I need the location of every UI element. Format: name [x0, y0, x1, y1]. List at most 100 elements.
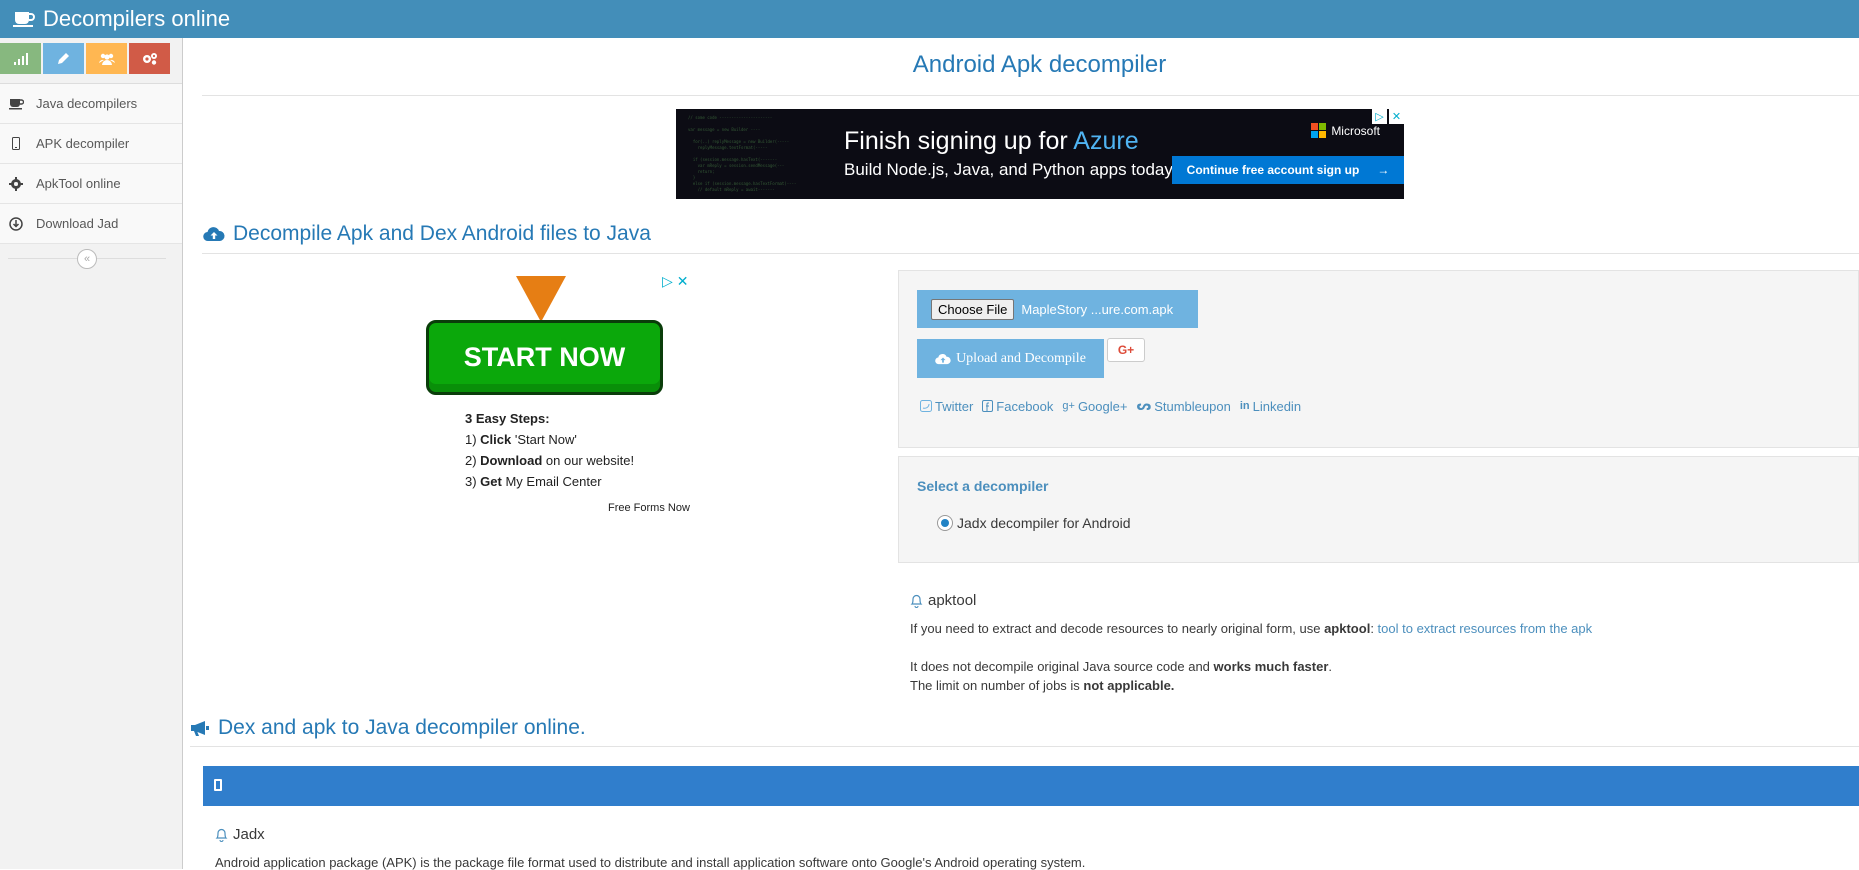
ad-code-background: // some code ---------------------- var …: [688, 115, 797, 192]
jadx-title: Jadx: [233, 826, 265, 843]
divider: [202, 253, 1859, 254]
file-input[interactable]: Choose File MapleStory ...ure.com.apk: [917, 290, 1198, 328]
page-title: Android Apk decompiler: [912, 51, 1167, 78]
social-label: Twitter: [935, 398, 974, 414]
sidebar-item-apktool-online[interactable]: ApkTool online: [0, 164, 182, 204]
signal-icon: [13, 52, 28, 65]
pencil-icon: [58, 53, 69, 64]
apktool-link[interactable]: tool to extract resources from the apk: [1378, 621, 1593, 636]
tab-bar: [203, 766, 1859, 806]
ad-cta-label: Continue free account sign up: [1186, 163, 1360, 177]
facebook-link[interactable]: Facebook: [982, 398, 1053, 414]
adchoices: ▷ ✕: [1372, 109, 1404, 124]
sidebar-shortcuts: [0, 38, 182, 84]
choose-file-button[interactable]: Choose File: [931, 298, 1015, 320]
social-label: Stumbleupon: [1154, 398, 1231, 414]
section-title: Dex and apk to Java decompiler online.: [218, 716, 586, 739]
cogs-icon: [142, 53, 157, 65]
selected-file-name: MapleStory ...ure.com.apk: [1021, 301, 1174, 317]
divider: [202, 95, 1859, 96]
linkedin-link[interactable]: in Linkedin: [1240, 398, 1301, 414]
top-navbar: Decompilers online: [0, 0, 1859, 38]
sidebar-item-label: Download Jad: [36, 216, 119, 231]
twitter-icon: [920, 400, 932, 412]
info-text: .: [1328, 659, 1333, 674]
cloud-upload-icon: [935, 353, 951, 364]
sidebar: Java decompilers APK decompiler ApkTool …: [0, 38, 183, 869]
arrow-right-icon: →: [1377, 163, 1390, 177]
jadx-radio-option[interactable]: Jadx decompiler for Android: [937, 515, 1131, 531]
info-text: If you need to extract and decode resour…: [910, 621, 1325, 636]
upload-button-label: Upload and Decompile: [956, 350, 1086, 366]
bullhorn-icon: [191, 721, 209, 736]
start-now-button[interactable]: START NOW: [426, 320, 663, 395]
download-icon: [8, 216, 24, 231]
divider: [190, 746, 1859, 747]
social-label: Google+: [1077, 398, 1128, 414]
jadx-heading: Jadx: [215, 826, 265, 843]
google-plus-link[interactable]: g+ Google+: [1062, 398, 1127, 414]
sidebar-collapse: «: [0, 244, 182, 274]
side-ad[interactable]: START NOW 3 Easy Steps: 1) Click 'Start …: [420, 270, 695, 520]
brand-link[interactable]: Decompilers online: [13, 6, 230, 32]
upload-and-decompile-button[interactable]: Upload and Decompile: [917, 339, 1104, 378]
apktool-heading: apktool: [910, 592, 976, 609]
sidebar-item-java-decompilers[interactable]: Java decompilers: [0, 84, 182, 124]
step-number: 1): [465, 432, 481, 447]
double-chevron-left-icon: «: [83, 253, 91, 265]
step-number: 3): [465, 474, 481, 489]
jadx-description: Android application package (APK) is the…: [215, 855, 1086, 870]
users-icon: [98, 53, 115, 65]
ad-cta-button[interactable]: Continue free account sign up →: [1172, 156, 1404, 184]
radio-button[interactable]: [937, 515, 953, 531]
section-title: Decompile Apk and Dex Android files to J…: [233, 222, 651, 245]
select-decompiler-title: Select a decompiler: [917, 478, 1049, 494]
stumbleupon-icon: ᔕ: [1136, 398, 1152, 413]
facebook-icon: [982, 400, 994, 412]
ad-sponsor: Free Forms Now: [608, 502, 690, 514]
adchoices-icon[interactable]: ▷: [662, 273, 673, 290]
close-ad-icon[interactable]: ✕: [677, 273, 689, 290]
sidebar-item-apk-decompiler[interactable]: APK decompiler: [0, 124, 182, 164]
top-ad-banner[interactable]: // some code ---------------------- var …: [676, 109, 1404, 199]
collapse-sidebar-button[interactable]: «: [77, 249, 97, 269]
info-bold: apktool: [1324, 621, 1371, 636]
twitter-link[interactable]: Twitter: [920, 398, 973, 414]
cloud-upload-icon: [203, 227, 225, 242]
step-text: 'Start Now': [511, 432, 577, 447]
info-bold: not applicable.: [1083, 678, 1175, 693]
social-label: Facebook: [996, 398, 1054, 414]
coffee-icon: [13, 10, 35, 28]
step-keyword: Get: [480, 474, 502, 489]
sidebar-item-label: ApkTool online: [36, 176, 121, 191]
stumbleupon-link[interactable]: ᔕ Stumbleupon: [1136, 398, 1230, 414]
mobile-icon: [8, 137, 24, 150]
step-text: My Email Center: [501, 474, 602, 489]
linkedin-icon: in: [1239, 400, 1250, 412]
info-text: :: [1370, 621, 1378, 636]
arrow-down-icon: [516, 276, 566, 322]
info-bold: works much faster: [1213, 659, 1329, 674]
shortcut-signal-button[interactable]: [0, 43, 41, 74]
shortcut-cogs-button[interactable]: [129, 43, 170, 74]
step-keyword: Download: [480, 453, 543, 468]
step-keyword: Click: [480, 432, 512, 447]
shortcut-pencil-button[interactable]: [43, 43, 84, 74]
adchoices-icon[interactable]: ▷: [1372, 109, 1387, 124]
radio-label: Jadx decompiler for Android: [957, 515, 1131, 531]
social-label: Linkedin: [1252, 398, 1302, 414]
sidebar-item-download-jad[interactable]: Download Jad: [0, 204, 182, 244]
shortcut-users-button[interactable]: [86, 43, 127, 74]
mobile-tab-icon[interactable]: [214, 779, 222, 791]
steps-title: 3 Easy Steps:: [465, 411, 550, 426]
apktool-line-1: If you need to extract and decode resour…: [910, 621, 1592, 636]
close-ad-icon[interactable]: ✕: [1389, 109, 1404, 124]
ad-steps: 3 Easy Steps: 1) Click 'Start Now' 2) Do…: [465, 408, 634, 492]
google-plus-button[interactable]: G+: [1107, 338, 1145, 362]
ad-headline: Finish signing up for Azure: [844, 127, 1139, 156]
coffee-icon: [8, 98, 24, 110]
section-heading-decompile: Decompile Apk and Dex Android files to J…: [203, 222, 651, 246]
step-text: on our website!: [542, 453, 635, 468]
microsoft-grid-icon: [1311, 123, 1327, 138]
ad-subline: Build Node.js, Java, and Python apps tod…: [844, 160, 1177, 179]
